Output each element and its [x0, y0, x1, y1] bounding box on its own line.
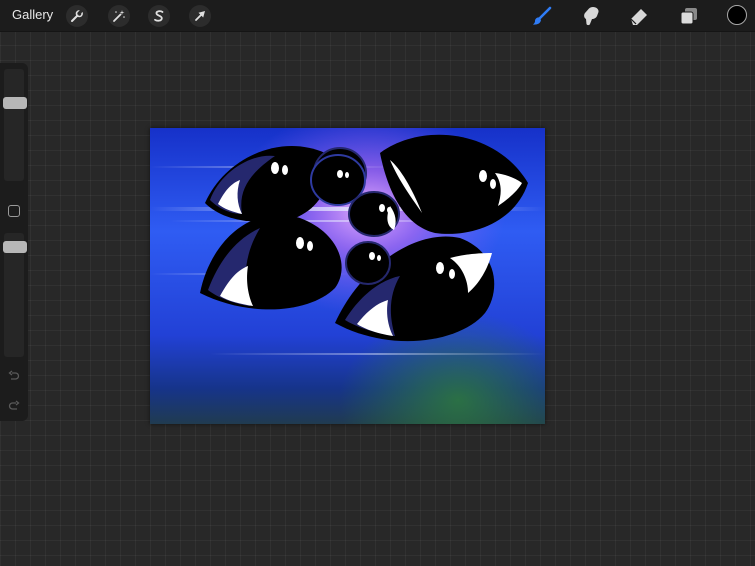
magic-wand-icon — [113, 10, 125, 22]
brush-icon — [533, 6, 552, 25]
transform-button[interactable] — [189, 5, 211, 27]
drawing-canvas[interactable] — [150, 128, 545, 424]
eraser-icon — [630, 9, 647, 25]
redo-button[interactable] — [6, 398, 22, 414]
arrow-cursor-icon — [195, 11, 205, 21]
selection-button[interactable] — [148, 5, 170, 27]
layers-button[interactable] — [677, 4, 701, 28]
brush-size-handle[interactable] — [3, 97, 27, 109]
top-toolbar: Gallery — [0, 0, 755, 32]
brush-opacity-handle[interactable] — [3, 240, 27, 253]
brush-size-slider[interactable] — [4, 69, 24, 181]
artwork-image — [150, 128, 545, 424]
selection-s-icon — [154, 10, 164, 22]
redo-icon — [8, 400, 20, 410]
actions-button[interactable] — [66, 5, 88, 27]
wrench-icon — [71, 9, 83, 22]
adjustments-button[interactable] — [108, 5, 130, 27]
eraser-tool-button[interactable] — [627, 4, 651, 28]
modify-button[interactable] — [8, 205, 20, 217]
gallery-button[interactable]: Gallery — [12, 7, 53, 22]
brush-tool-button[interactable] — [530, 4, 554, 28]
undo-icon — [8, 370, 20, 380]
layers-icon — [680, 8, 697, 25]
undo-button[interactable] — [6, 368, 22, 384]
smudge-tool-button[interactable] — [579, 4, 603, 28]
color-swatch[interactable] — [727, 5, 747, 25]
smudge-icon — [584, 7, 599, 26]
sidebar-controls — [0, 63, 28, 421]
